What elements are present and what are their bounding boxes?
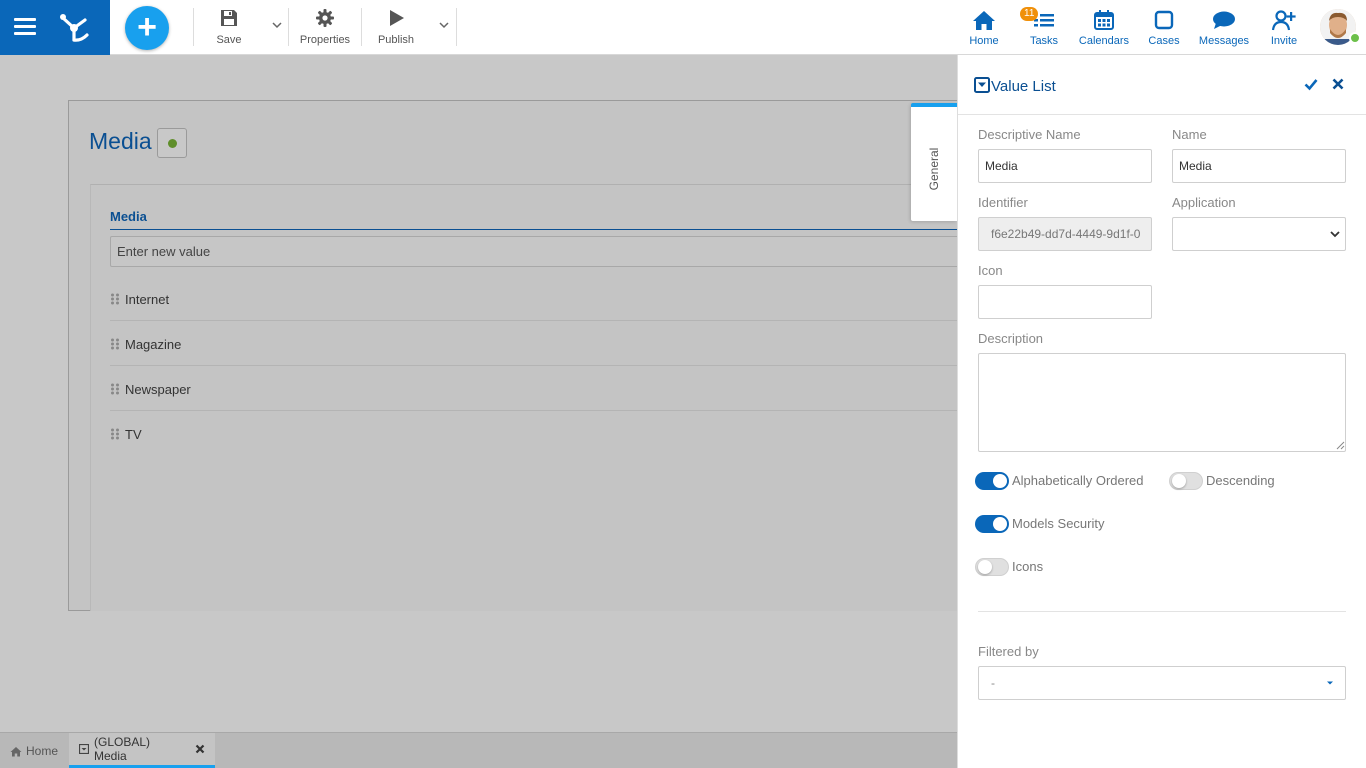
chevron-down-icon — [1330, 231, 1340, 238]
resize-grip-icon[interactable] — [1336, 441, 1345, 450]
toolbar-separator — [361, 8, 362, 46]
descriptive-name-field[interactable]: Media — [978, 149, 1152, 183]
caret-down-icon — [1327, 681, 1333, 685]
value-list-icon — [79, 744, 89, 754]
publish-dropdown-chevron-icon[interactable] — [437, 18, 451, 32]
hamburger-menu-icon[interactable] — [14, 18, 36, 36]
models-security-toggle[interactable] — [975, 515, 1009, 533]
panel-header: Value List — [958, 55, 1366, 115]
properties-side-panel: Value List Descriptive Name Media Name M… — [957, 55, 1366, 768]
save-label: Save — [216, 34, 242, 46]
list-item-label: TV — [125, 427, 142, 442]
nav-tasks[interactable]: 11 Tasks — [1020, 7, 1062, 47]
drag-handle-icon[interactable] — [110, 293, 120, 305]
online-status-indicator — [1349, 32, 1361, 44]
nav-messages[interactable]: Messages — [1197, 8, 1251, 47]
list-header-divider — [110, 229, 970, 230]
list-item-label: Magazine — [125, 337, 182, 352]
bottom-tab-bar: Home (GLOBAL) Media — [0, 732, 957, 768]
home-icon — [10, 746, 22, 756]
list-item[interactable]: Newspaper — [110, 366, 970, 411]
top-toolbar: + Save Properties Publish Home 11 Tasks — [0, 0, 1366, 55]
list-item[interactable]: Internet — [110, 276, 970, 321]
nav-home-label: Home — [969, 35, 999, 47]
tasks-count-badge: 11 — [1020, 7, 1039, 21]
nav-home[interactable]: Home — [966, 8, 1002, 47]
name-field[interactable]: Media — [1172, 149, 1346, 183]
page-title: Media — [89, 128, 152, 154]
nav-cases-label: Cases — [1148, 35, 1180, 47]
properties-button[interactable]: Properties — [298, 6, 352, 46]
icon-field[interactable] — [978, 285, 1152, 319]
application-select[interactable] — [1172, 217, 1346, 251]
close-icon[interactable] — [1332, 78, 1344, 90]
bottom-tab-active[interactable]: (GLOBAL) Media — [69, 733, 215, 768]
drag-handle-icon[interactable] — [110, 428, 120, 440]
drag-handle-icon[interactable] — [110, 383, 120, 395]
list-header-label: Media — [110, 209, 147, 224]
descending-label: Descending — [1206, 473, 1275, 488]
nav-cases[interactable]: Cases — [1146, 8, 1182, 47]
descriptive-name-label: Descriptive Name — [978, 127, 1081, 142]
list-item[interactable]: TV — [110, 411, 970, 456]
save-dropdown-chevron-icon[interactable] — [270, 18, 284, 32]
section-divider — [978, 611, 1346, 612]
list-item[interactable]: Magazine — [110, 321, 970, 366]
cases-square-icon — [1146, 8, 1182, 32]
application-label: Application — [1172, 195, 1236, 210]
calendar-icon — [1078, 8, 1130, 32]
speech-bubble-icon — [1197, 8, 1251, 32]
toolbar-separator — [288, 8, 289, 46]
bottom-tab-home[interactable]: Home — [0, 733, 68, 768]
toolbar-separator — [456, 8, 457, 46]
icons-label: Icons — [1012, 559, 1044, 574]
alphabetically-ordered-toggle[interactable] — [975, 472, 1009, 490]
play-icon — [376, 6, 416, 30]
value-list-icon — [974, 77, 990, 93]
nav-calendars[interactable]: Calendars — [1078, 8, 1130, 47]
bottom-tab-active-label: (GLOBAL) Media — [94, 735, 151, 763]
panel-title: Value List — [991, 78, 1056, 95]
gear-icon — [298, 6, 352, 30]
new-value-input[interactable]: Enter new value — [110, 236, 970, 267]
floppy-disk-icon — [212, 6, 246, 30]
tab-general-label: General — [927, 147, 941, 191]
nav-invite-label: Invite — [1270, 35, 1298, 47]
status-dot-icon — [168, 139, 177, 148]
add-new-button[interactable]: + — [125, 6, 169, 50]
nav-tasks-label: Tasks — [1029, 35, 1059, 47]
description-label: Description — [978, 331, 1044, 346]
list-item-label: Newspaper — [125, 382, 191, 397]
nav-messages-label: Messages — [1198, 35, 1250, 47]
tab-general[interactable]: General — [911, 103, 957, 221]
icon-label: Icon — [978, 263, 1003, 278]
confirm-check-icon[interactable] — [1304, 77, 1318, 91]
save-button[interactable]: Save — [212, 6, 246, 46]
home-icon — [966, 8, 1002, 32]
bottom-tab-home-label: Home — [26, 744, 59, 758]
filtered-by-select[interactable]: - — [978, 666, 1346, 700]
app-menu-area — [0, 0, 110, 55]
publish-button[interactable]: Publish — [376, 6, 416, 46]
properties-label: Properties — [299, 34, 351, 46]
app-logo-icon[interactable] — [56, 10, 92, 44]
models-security-label: Models Security — [1012, 516, 1105, 531]
drag-handle-icon[interactable] — [110, 338, 120, 350]
identifier-label: Identifier — [978, 195, 1028, 210]
list-item-label: Internet — [125, 292, 170, 307]
filtered-by-label: Filtered by — [978, 644, 1039, 659]
publish-label: Publish — [377, 34, 415, 46]
nav-invite[interactable]: Invite — [1266, 8, 1302, 47]
description-textarea[interactable] — [978, 353, 1346, 452]
icons-toggle[interactable] — [975, 558, 1009, 576]
toolbar-separator — [193, 8, 194, 46]
close-tab-icon[interactable] — [195, 744, 205, 754]
name-label: Name — [1172, 127, 1207, 142]
identifier-field: f6e22b49-dd7d-4449-9d1f-0 — [978, 217, 1152, 251]
status-indicator-button[interactable] — [157, 128, 187, 158]
alphabetically-ordered-label: Alphabetically Ordered — [1012, 473, 1144, 488]
descending-toggle[interactable] — [1169, 472, 1203, 490]
add-user-icon — [1266, 8, 1302, 32]
nav-calendars-label: Calendars — [1078, 35, 1130, 47]
